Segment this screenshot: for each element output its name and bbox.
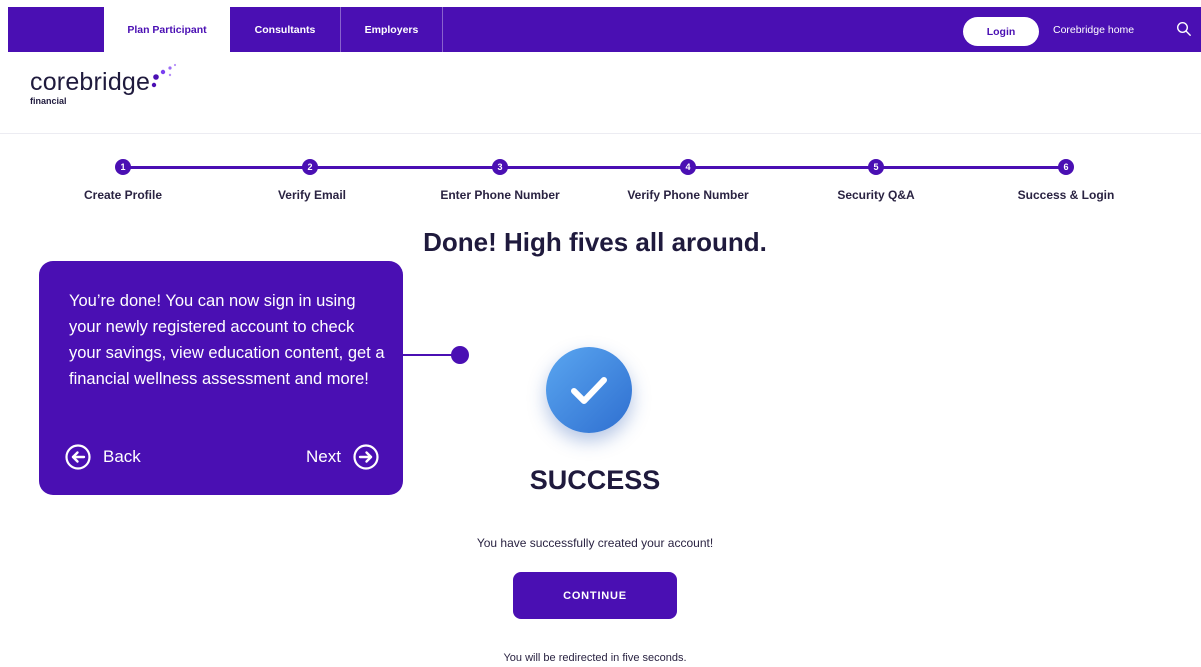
header-divider (0, 133, 1201, 134)
stepper-progress-line (124, 166, 1067, 169)
search-icon[interactable] (1176, 21, 1192, 37)
tour-callout: You’re done! You can now sign in using y… (39, 261, 403, 495)
step-6-label: Success & Login (1017, 188, 1115, 202)
step-3-label: Enter Phone Number (440, 188, 560, 202)
callout-back-label: Back (103, 447, 141, 466)
tab-consultants[interactable]: Consultants (230, 7, 340, 52)
callout-text: You’re done! You can now sign in using y… (69, 292, 385, 388)
callout-pin (451, 346, 469, 364)
login-button[interactable]: Login (963, 17, 1039, 46)
arrow-left-circle-icon (65, 444, 91, 470)
step-4-marker: 4 (680, 159, 696, 175)
step-6-marker: 6 (1058, 159, 1074, 175)
step-2-marker: 2 (302, 159, 318, 175)
callout-back-button[interactable]: Back (65, 444, 141, 470)
tab-divider (442, 7, 443, 52)
checkmark-icon (571, 377, 607, 404)
tab-plan-participant[interactable]: Plan Participant (104, 7, 230, 52)
brand-name: corebridge (30, 68, 151, 96)
page-headline: Done! High fives all around. (423, 227, 767, 257)
success-check-badge (546, 347, 632, 433)
success-message: You have successfully created your accou… (476, 536, 714, 550)
step-3-marker: 3 (492, 159, 508, 175)
step-1-label: Create Profile (83, 188, 163, 202)
step-4-label: Verify Phone Number (627, 188, 749, 202)
redirect-notice: You will be redirected in five seconds. (503, 652, 687, 664)
arrow-right-circle-icon (353, 444, 379, 470)
step-1-marker: 1 (115, 159, 131, 175)
logo-dots-icon (151, 63, 177, 88)
top-nav-bar: Plan Participant Consultants Employers L… (8, 7, 1201, 52)
success-title: SUCCESS (529, 465, 661, 495)
step-5-marker: 5 (868, 159, 884, 175)
corebridge-home-link[interactable]: Corebridge home (1053, 7, 1134, 52)
corebridge-logo[interactable]: corebridge financial (30, 63, 177, 106)
brand-subtitle: financial (30, 96, 67, 106)
callout-next-label: Next (306, 447, 341, 466)
step-5-label: Security Q&A (837, 188, 915, 202)
step-2-label: Verify Email (277, 188, 347, 202)
continue-button[interactable]: CONTINUE (513, 572, 677, 619)
callout-next-button[interactable]: Next (306, 444, 379, 470)
tab-employers[interactable]: Employers (341, 7, 442, 52)
